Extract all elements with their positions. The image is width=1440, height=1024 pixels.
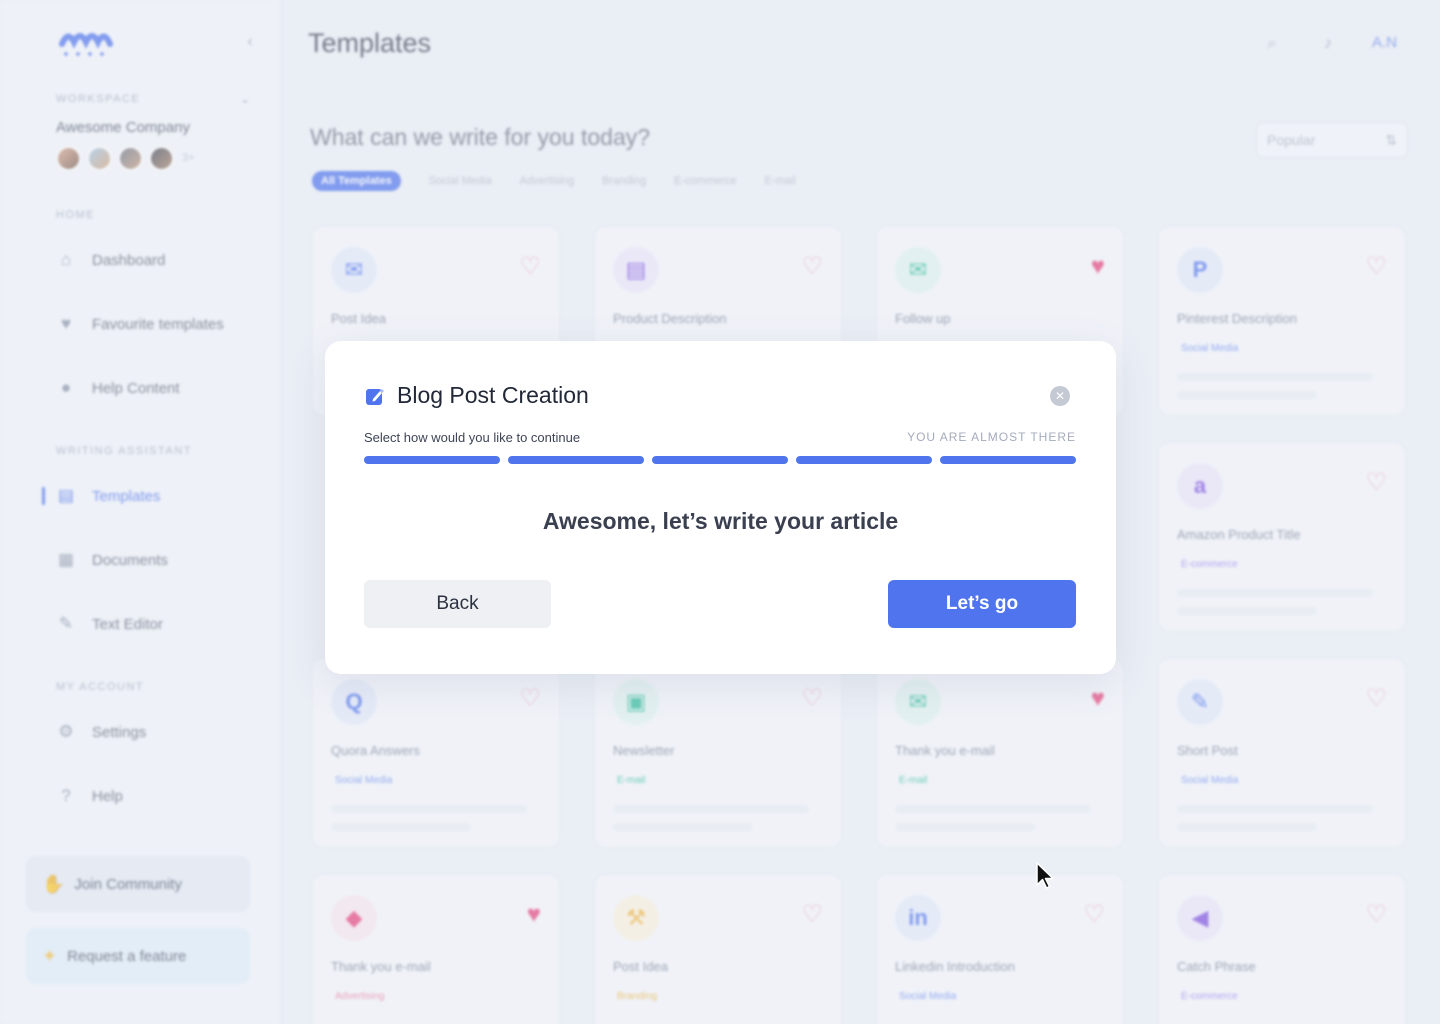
back-button[interactable]: Back bbox=[364, 580, 551, 628]
progress-segment bbox=[508, 456, 644, 464]
progress-segment bbox=[364, 456, 500, 464]
step-hint: YOU ARE ALMOST THERE bbox=[907, 430, 1076, 444]
step-instruction: Select how would you like to continue bbox=[364, 430, 581, 445]
blog-post-creation-modal: Blog Post Creation ✕ Select how would yo… bbox=[325, 341, 1116, 674]
progress-segment bbox=[940, 456, 1076, 464]
progress-segment bbox=[652, 456, 788, 464]
modal-heading: Awesome, let’s write your article bbox=[542, 508, 899, 534]
modal-title: Blog Post Creation bbox=[397, 382, 589, 408]
lets-go-button[interactable]: Let’s go bbox=[888, 580, 1076, 628]
mouse-cursor-icon bbox=[1036, 862, 1054, 889]
progress-segment bbox=[796, 456, 932, 464]
close-icon[interactable]: ✕ bbox=[1050, 386, 1070, 406]
edit-note-icon bbox=[366, 389, 384, 405]
step-progress-bar bbox=[364, 456, 1076, 464]
